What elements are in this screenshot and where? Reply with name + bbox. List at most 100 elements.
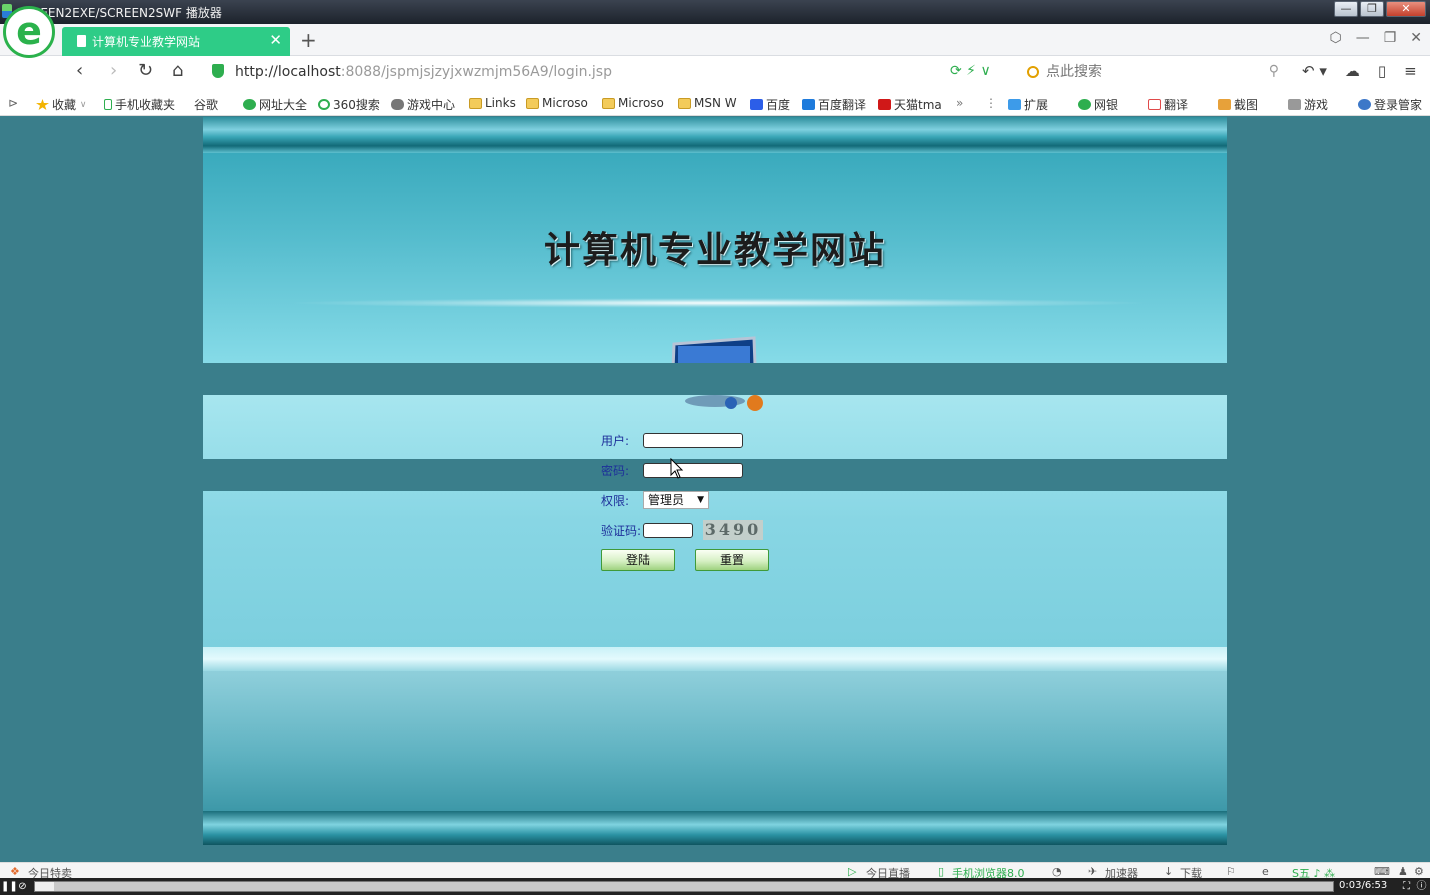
header-banner: 计算机专业教学网站	[203, 153, 1227, 398]
history-icon[interactable]: ◔	[1052, 865, 1062, 878]
search-engine-icon[interactable]	[1027, 66, 1039, 78]
restore-window-button[interactable]: ❐	[1360, 1, 1384, 17]
bottom-band	[203, 811, 1227, 845]
online-banking-button[interactable]: 网银	[1078, 96, 1118, 113]
forward-button[interactable]: ›	[110, 60, 117, 81]
settings-icon[interactable]: ⚙	[1414, 865, 1424, 878]
role-label: 权限:	[601, 493, 630, 508]
flag-icon[interactable]: ⚐	[1226, 865, 1236, 878]
fullscreen-button[interactable]: ⛶	[1400, 880, 1413, 893]
key-icon	[1358, 99, 1371, 110]
tabstrip-controls: ⬡ — ❐ ✕	[1329, 30, 1422, 46]
baidu-paw-icon	[750, 99, 763, 110]
role-select[interactable]: 管理员 ▼	[643, 491, 710, 509]
search-box[interactable]: ⚲	[1022, 60, 1287, 84]
reset-button[interactable]: 重置	[695, 549, 769, 571]
light-band	[203, 647, 1227, 671]
seek-progress	[35, 882, 55, 891]
360-icon	[318, 99, 330, 110]
tab-close-icon[interactable]: ✕	[269, 31, 282, 49]
bookmark-google[interactable]: 谷歌	[194, 96, 218, 224]
role-row: 权限: 管理员 ▼	[601, 490, 710, 510]
close-window-button[interactable]: ✕	[1386, 1, 1426, 17]
mouse-cursor-icon	[670, 458, 684, 479]
tab-active[interactable]: 计算机专业教学网站 ✕	[62, 27, 290, 56]
gift-icon: ❖	[10, 865, 20, 878]
bookmark-baidu[interactable]: 百度	[750, 96, 790, 113]
keyboard-mouse-icon	[685, 395, 763, 411]
refresh-button[interactable]: ↻	[138, 60, 153, 81]
bookmark-microsoft-2[interactable]: Microso	[602, 96, 664, 110]
sidebar-toggle-icon[interactable]: ⊳	[8, 96, 18, 110]
user-label: 用户:	[601, 433, 630, 448]
bookmark-360-search[interactable]: 360搜索	[318, 96, 380, 113]
translate-icon	[802, 99, 815, 110]
rocket-icon: ✈	[1088, 865, 1098, 878]
keyboard-icon[interactable]: ⌨	[1374, 865, 1390, 878]
folder-icon	[526, 97, 539, 109]
folder-icon	[602, 97, 615, 109]
captcha-image[interactable]: 3490	[703, 520, 764, 540]
separator-dots-icon: ⋮	[985, 96, 997, 110]
player-controls: ❚❚ ⊘ 0:03/6:53 ⛶ ⓘ	[0, 878, 1430, 895]
address-tools[interactable]: ⟳ ⚡ ∨	[950, 63, 991, 79]
bookmark-tmall[interactable]: 天猫tma	[878, 96, 942, 113]
tmall-icon	[878, 99, 891, 110]
search-icon[interactable]: ⚲	[1269, 63, 1279, 79]
menu-icon[interactable]: ≡	[1404, 62, 1417, 80]
playback-time: 0:03/6:53	[1339, 880, 1388, 891]
bookmark-baidu-translate[interactable]: 百度翻译	[802, 96, 866, 113]
extensions-button[interactable]: 扩展	[1008, 96, 1048, 113]
password-input[interactable]	[643, 462, 744, 478]
new-tab-button[interactable]: +	[300, 28, 317, 52]
role-selected-value: 管理员	[648, 493, 685, 507]
screenshot-button[interactable]: 截图	[1218, 96, 1258, 113]
cloud-icon[interactable]: ☁	[1345, 62, 1360, 80]
shirt-icon[interactable]: ⬡	[1329, 30, 1341, 46]
address-bar[interactable]: http://localhost:8088/jspmjsjzyjxwzmjm56…	[235, 64, 612, 80]
seek-bar[interactable]	[34, 881, 1334, 892]
minimize-icon[interactable]: —	[1356, 30, 1370, 46]
bookmarks-bar: ⊳ 收藏 ∨ 手机收藏夹 谷歌 网址大全 360搜索 游戏中心 Links Mi…	[0, 88, 1430, 224]
bookmark-links[interactable]: Links	[469, 96, 516, 110]
stop-button[interactable]: ⊘	[16, 880, 29, 893]
restore-icon[interactable]: ❐	[1384, 30, 1397, 46]
browser-logo[interactable]: e	[3, 6, 55, 58]
undo-close-tab-icon[interactable]: ↶ ▾	[1302, 62, 1327, 80]
back-button[interactable]: ‹	[76, 60, 83, 81]
ie-icon[interactable]: e	[1262, 865, 1269, 878]
password-label: 密码:	[601, 463, 630, 478]
info-button[interactable]: ⓘ	[1415, 880, 1428, 893]
status-bar: ❖ 今日特卖 ▷ 今日直播 ▯ 手机浏览器8.0 ◔ ✈ 加速器 ↓ 下载 ⚐ …	[0, 862, 1430, 880]
shield-icon	[1078, 99, 1091, 110]
folder-icon	[678, 97, 691, 109]
bookmark-mobile-favorites[interactable]: 手机收藏夹	[104, 96, 175, 113]
search-input[interactable]	[1046, 62, 1256, 82]
bookmarks-more-button[interactable]: »	[956, 96, 963, 110]
tab-strip: 计算机专业教学网站 ✕ + ⬡ — ❐ ✕	[0, 24, 1430, 56]
bookmark-hao-directory[interactable]: 网址大全	[243, 96, 307, 113]
minimize-window-button[interactable]: —	[1334, 1, 1358, 17]
phone-icon	[104, 99, 112, 110]
bookmark-msn[interactable]: MSN W	[678, 96, 737, 110]
close-icon[interactable]: ✕	[1410, 30, 1422, 46]
phone-icon[interactable]: ▯	[1378, 62, 1386, 80]
bookmark-game-center[interactable]: 游戏中心	[391, 96, 455, 113]
username-input[interactable]	[643, 432, 744, 448]
bookmark-microsoft-1[interactable]: Microso	[526, 96, 588, 110]
window-controls: — ❐ ✕	[1334, 1, 1426, 17]
folder-icon	[469, 97, 482, 109]
login-button[interactable]: 登陆	[601, 549, 675, 571]
star-icon	[36, 99, 49, 110]
captcha-input[interactable]	[643, 522, 694, 538]
bookmark-favorites[interactable]: 收藏 ∨	[36, 96, 86, 113]
user-icon[interactable]: ♟	[1398, 865, 1408, 878]
games-button[interactable]: 游戏	[1288, 96, 1328, 113]
pause-button[interactable]: ❚❚	[1, 880, 18, 893]
footer-area	[203, 671, 1227, 811]
security-shield-icon[interactable]	[212, 64, 224, 78]
translate-button[interactable]: 翻译	[1148, 96, 1188, 113]
login-manager-button[interactable]: 登录管家	[1358, 96, 1422, 113]
home-button[interactable]: ⌂	[172, 60, 183, 81]
dropdown-arrow-icon: ▼	[697, 495, 705, 505]
